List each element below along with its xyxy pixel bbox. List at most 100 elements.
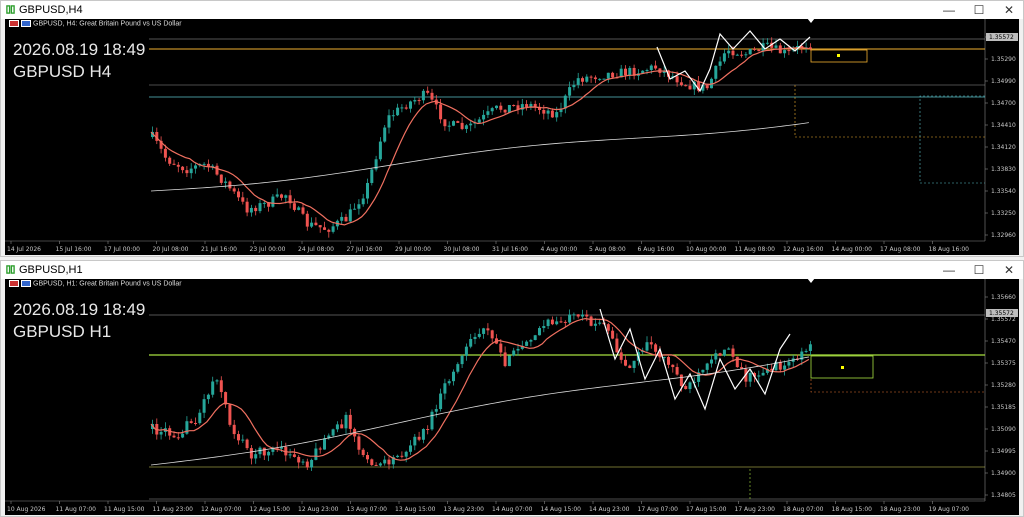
chart-canvas[interactable]: 1.35572 1.35290 1.34990 1.34700 1.34410 1.341… [5,19,1019,255]
candle-body [555,321,559,325]
datetime-label: 2026.08.19 18:49 [13,300,146,319]
time-tick-label: 17 Aug 15:00 [686,506,727,513]
candle-body [443,383,447,394]
candle-body [344,414,348,429]
candle-body [237,191,240,198]
chart-app-icon [6,265,15,274]
candle-body [486,328,490,331]
candle-body [318,448,322,450]
candle-body [731,348,735,357]
candle-body [460,122,464,129]
time-tick-label: 12 Aug 16:00 [783,246,824,253]
price-tick-label: 1.34995 [991,448,1016,455]
time-tick-label: 18 Aug 15:00 [832,506,873,513]
maximize-button[interactable]: ☐ [965,261,993,279]
candle-body [688,382,692,390]
candle-body [593,77,597,80]
candle-body [249,207,253,213]
candle-body [194,422,197,424]
chart-canvas[interactable]: 1.35660 1.35572 1.35470 1.35375 1.35280 1.351… [5,279,1019,515]
time-tick-label: 17 Aug 23:00 [735,506,776,513]
window-titlebar[interactable]: GBPUSD,H1 — ☐ ✕ [1,261,1023,279]
maximize-button[interactable]: ☐ [965,1,993,19]
candle-body [245,439,249,449]
candle-body [675,367,679,375]
time-tick-label: 19 Aug 07:00 [929,506,970,513]
datetime-label: 2026.08.19 18:49 [13,40,146,59]
candle-body [507,104,511,113]
price-tick-label: 1.34805 [991,492,1016,499]
candle-body [507,355,511,367]
close-button[interactable]: ✕ [995,261,1023,279]
minimize-button[interactable]: — [935,1,963,19]
candle-body [598,322,602,324]
candle-body [323,438,326,450]
candle-body [774,45,778,48]
time-tick-label: 30 Jul 08:00 [444,246,480,253]
candle-body [688,85,692,90]
minimize-button[interactable]: — [935,261,963,279]
time-tick-label: 24 Jul 08:00 [298,246,334,253]
chart-shift-marker [807,19,815,23]
window-titlebar[interactable]: GBPUSD,H4 — ☐ ✕ [1,1,1023,19]
candle-body [258,203,262,212]
candle-body [624,359,627,366]
candle-body [447,381,451,384]
candle-body [727,348,731,350]
candle-body [533,103,537,107]
candle-body [563,321,567,323]
candle-body [469,338,473,347]
candle-body [456,121,460,123]
price-chart-h1[interactable]: 1.35660 1.35572 1.35470 1.35375 1.35280 1.351… [5,279,1019,515]
candle-body [378,141,382,160]
candle-body [572,314,576,316]
price-tick-label: 1.35470 [991,338,1016,345]
candle-body [542,109,546,114]
candle-body [593,323,597,326]
candle-body [430,411,434,430]
time-tick-label: 14 Aug 23:00 [589,506,630,513]
candle-body [576,78,580,85]
time-tick-label: 6 Aug 16:00 [638,246,675,253]
candle-body [189,421,193,423]
candle-body [735,54,739,56]
candle-body [512,104,516,106]
candle-body [421,429,425,440]
price-tick-label: 1.34900 [991,470,1016,477]
candle-body [675,76,679,83]
price-tick-label: 1.33830 [991,166,1016,173]
close-button[interactable]: ✕ [995,1,1023,19]
candle-body [718,353,722,356]
candle-body [654,344,658,352]
candle-body [284,195,288,198]
candle-body [499,343,503,353]
candle-body [808,344,812,351]
candle-body [374,464,378,466]
candle-body [292,203,296,210]
price-tick-label: 1.34700 [991,100,1016,107]
price-chart-h4[interactable]: 1.35572 1.35290 1.34990 1.34700 1.34410 1.341… [5,19,1019,255]
candle-body [628,67,632,76]
candle-body [679,82,683,86]
candle-body [211,381,215,395]
candle-body [585,76,589,82]
candle-body [198,412,202,424]
candle-body [787,50,791,52]
zigzag-indicator-line [656,30,811,93]
projection-dotted-box [919,95,985,184]
window-title: GBPUSD,H1 [19,264,83,276]
price-tick-label: 1.35660 [991,294,1016,301]
candle-body [722,53,726,62]
usd-flag-icon [21,280,31,287]
candle-body [391,115,395,117]
price-tick-label: 1.33250 [991,210,1016,217]
candle-body [189,168,193,174]
candle-body [331,429,335,436]
candle-body [271,196,275,207]
candle-body [254,207,258,212]
candle-body [804,350,808,352]
candle-body [439,393,443,410]
chart-window-h1: GBPUSD,H1 — ☐ ✕ 1.35660 1.35572 1.35470 1.3… [0,260,1024,517]
candle-body [619,352,623,360]
candle-body [404,451,408,457]
